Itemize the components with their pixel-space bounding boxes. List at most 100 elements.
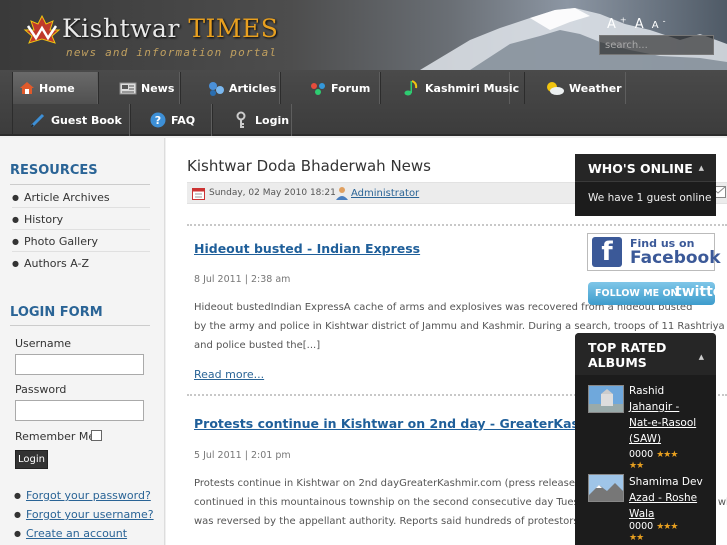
articles-icon <box>209 82 224 96</box>
music-icon <box>404 80 418 96</box>
heading-line: ALBUMS <box>588 355 647 370</box>
create-account-link[interactable]: ● Create an account <box>14 527 127 540</box>
site-header: Kishtwar TIMES news and information port… <box>0 0 727 70</box>
album-title[interactable]: Rashid Jahangir - Nat-e-Rasool (SAW) <box>629 383 713 447</box>
online-count-text: We have 1 guest online <box>588 192 712 204</box>
facebook-badge[interactable]: f Find us on Facebook <box>587 233 721 271</box>
author-icon <box>336 187 348 200</box>
forgot-username-label: Forgot your username? <box>25 508 154 521</box>
star-rating-icon: ★★★ <box>656 450 678 460</box>
nav-label-weather: Weather <box>569 81 622 95</box>
article-date: Sunday, 02 May 2010 18:21 <box>209 188 336 198</box>
search-input[interactable] <box>599 35 714 55</box>
nav-label-news: News <box>141 81 175 95</box>
left-sidebar: RESOURCES ● Article Archives ● History ● Ph… <box>0 138 165 545</box>
remember-me-checkbox[interactable] <box>91 430 102 441</box>
bullet-icon: ● <box>12 215 19 224</box>
resource-link-label: History <box>23 213 64 226</box>
heading-line: TOP RATED <box>588 340 667 355</box>
newspaper-icon <box>119 82 137 95</box>
album-title-line: Jahangir - <box>629 401 680 413</box>
login-button[interactable]: Login <box>15 450 48 469</box>
forgot-password-label: Forgot your password? <box>25 489 151 502</box>
rating-count: 0000 <box>629 521 654 532</box>
nav-item-guest-book[interactable]: Guest Book <box>12 104 130 136</box>
font-size-increase-sign: + <box>619 16 627 25</box>
dotted-divider <box>187 224 727 226</box>
bullet-icon: ● <box>14 529 21 538</box>
resources-heading: RESOURCES <box>10 163 98 178</box>
divider <box>12 251 150 252</box>
username-field[interactable] <box>15 354 144 375</box>
resource-link-label: Authors A-Z <box>23 257 90 270</box>
divider <box>12 229 150 230</box>
nav-label-home: Home <box>39 81 75 95</box>
album-title-line: Azad - Roshe <box>629 492 698 504</box>
album-thumbnail[interactable] <box>588 385 624 413</box>
star-rating-icon: ★★★ <box>656 522 678 532</box>
font-size-increase-button[interactable]: A + <box>607 16 627 33</box>
nav-item-home[interactable]: Home <box>12 72 98 104</box>
top-rated-albums-panel: TOP RATED ALBUMS ▲ Rashid Jahangir - Nat… <box>575 333 716 545</box>
twitter-brand-text: twitter <box>675 284 715 300</box>
resource-link-authors[interactable]: ● Authors A-Z <box>12 257 150 270</box>
font-size-reset-button[interactable]: A <box>635 17 644 32</box>
twitter-follow-badge[interactable]: FOLLOW ME ON twitter <box>588 282 715 305</box>
nav-item-faq[interactable]: ? FAQ <box>130 104 212 136</box>
svg-text:?: ? <box>155 114 161 127</box>
password-label: Password <box>15 383 67 396</box>
bullet-icon: ● <box>12 193 19 202</box>
logo-name: Kishtwar <box>62 14 180 43</box>
maple-leaf-logo-icon <box>23 14 61 44</box>
resource-link-label: Article Archives <box>23 191 110 204</box>
page-title: Kishtwar Doda Bhaderwah News <box>187 157 431 175</box>
home-icon <box>20 82 34 94</box>
collapse-arrow-icon[interactable]: ▲ <box>699 353 704 361</box>
nav-label-login: Login <box>255 113 290 127</box>
password-field[interactable] <box>15 400 144 421</box>
album-rating: 0000 ★★★ ★★ <box>629 449 678 471</box>
album-title-line: Wala <box>629 508 655 520</box>
nav-label-forum: Forum <box>331 81 371 95</box>
resource-link-article-archives[interactable]: ● Article Archives <box>12 191 150 204</box>
album-title[interactable]: Shamima Dev Azad - Roshe Wala <box>629 474 713 522</box>
font-size-decrease-sign: - <box>662 17 666 26</box>
nav-label-guest-book: Guest Book <box>51 113 122 127</box>
create-account-label: Create an account <box>25 527 128 540</box>
nav-item-forum[interactable]: Forum <box>280 72 380 104</box>
resource-link-photo-gallery[interactable]: ● Photo Gallery <box>12 235 150 248</box>
read-more-link[interactable]: Read more... <box>194 368 264 381</box>
bullet-icon: ● <box>14 491 21 500</box>
logo-tagline: news and information portal <box>66 46 278 59</box>
font-size-decrease-letter: A <box>651 20 659 32</box>
nav-item-kashmiri-music[interactable]: Kashmiri Music <box>380 72 519 104</box>
star-rating-icon: ★★ <box>629 461 644 471</box>
collapse-arrow-icon[interactable]: ▲ <box>699 164 704 172</box>
font-size-decrease-button[interactable]: A- <box>651 17 666 32</box>
site-logo-title[interactable]: Kishtwar TIMES <box>62 14 278 43</box>
calendar-icon <box>192 188 205 200</box>
divider <box>10 184 150 185</box>
rating-count: 0000 <box>629 449 654 460</box>
forgot-password-link[interactable]: ● Forgot your password? <box>14 489 151 502</box>
nav-item-articles[interactable]: Articles <box>180 72 280 104</box>
nav-item-news[interactable]: News <box>98 72 180 104</box>
username-label: Username <box>15 337 72 350</box>
resource-link-history[interactable]: ● History <box>12 213 150 226</box>
article-title-link[interactable]: Hideout busted - Indian Express <box>194 241 420 256</box>
top-rated-heading: TOP RATED ALBUMS <box>588 340 666 370</box>
font-size-controls: A + A A- <box>607 16 670 32</box>
nav-label-kashmiri-music: Kashmiri Music <box>425 81 520 95</box>
font-size-increase-letter: A <box>607 17 616 33</box>
album-thumbnail[interactable] <box>588 474 624 502</box>
author-link[interactable]: Administrator <box>351 188 419 199</box>
nav-item-login[interactable]: Login <box>212 104 292 136</box>
remember-me-label: Remember Me <box>15 430 96 443</box>
twitter-follow-text: FOLLOW ME ON <box>595 288 679 299</box>
forgot-username-link[interactable]: ● Forgot your username? <box>14 508 154 521</box>
album-title-line: Rashid <box>629 385 665 397</box>
nav-item-weather[interactable]: Weather <box>524 72 626 104</box>
resource-link-label: Photo Gallery <box>23 235 99 248</box>
facebook-brand-text: Facebook <box>630 248 721 268</box>
login-form-heading: LOGIN FORM <box>10 305 103 320</box>
